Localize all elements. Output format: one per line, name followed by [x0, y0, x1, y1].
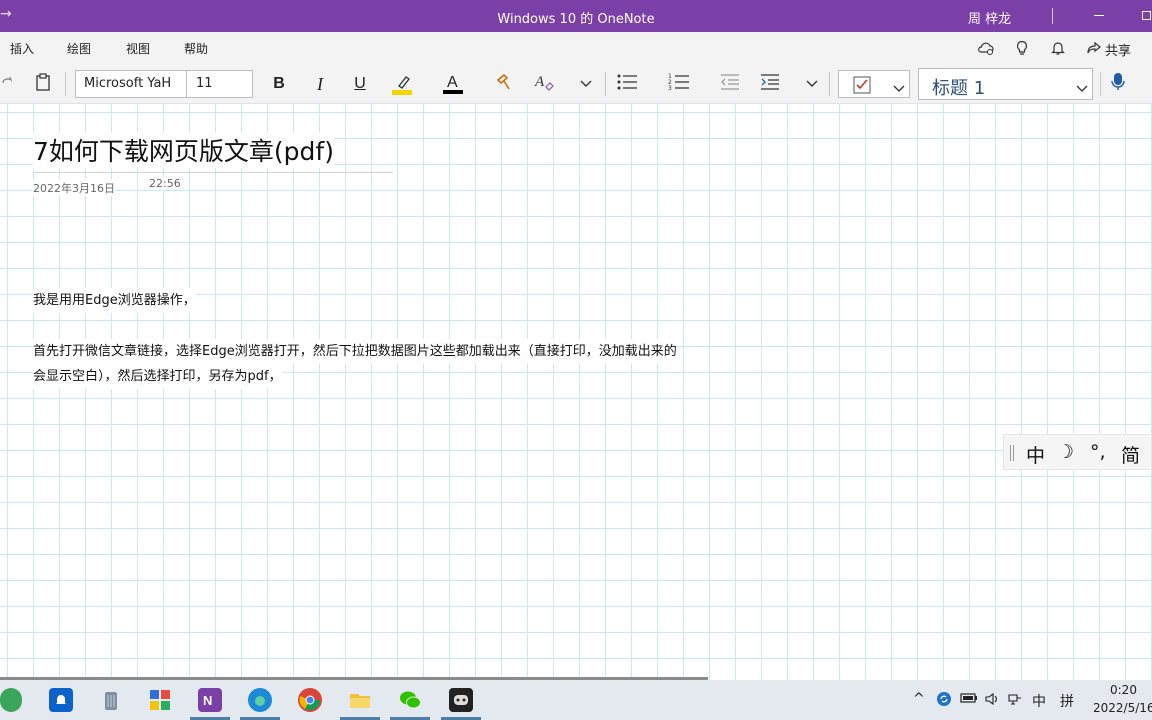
svg-text:3: 3	[668, 85, 672, 92]
svg-text:A: A	[447, 74, 458, 91]
redo-icon[interactable]	[0, 72, 14, 96]
share-button[interactable]: 共享	[1105, 40, 1131, 59]
toolbar-divider	[605, 72, 606, 96]
increase-indent-icon[interactable]	[759, 72, 781, 96]
tag-selector[interactable]	[838, 70, 910, 98]
menu-help[interactable]: 帮助	[184, 40, 208, 57]
ime-mode-indicator[interactable]: 拼	[1060, 691, 1074, 711]
mosaic-app-icon[interactable]	[148, 688, 172, 712]
share-icon[interactable]	[1085, 40, 1103, 56]
clear-formatting-icon[interactable]: A	[533, 72, 555, 96]
page-time: 22:56	[149, 177, 181, 190]
style-name: 标题 1	[932, 78, 986, 99]
ime-mode-toggle[interactable]: 中	[1026, 441, 1045, 468]
clock-time[interactable]: 0:20	[1110, 683, 1137, 697]
svg-text:A: A	[534, 74, 545, 90]
ribbon-toolbar: Microsoft YaH 11 B I U A A 123 标题 1	[0, 64, 1152, 104]
chevron-down-icon[interactable]	[893, 79, 905, 98]
italic-button[interactable]: I	[310, 72, 330, 96]
maximize-icon[interactable]	[1142, 11, 1151, 20]
clock-date[interactable]: 2022/5/16	[1093, 701, 1152, 715]
tray-sync-icon[interactable]	[936, 691, 952, 711]
menu-bar: 插入 绘图 视图 帮助 共享	[0, 32, 1152, 64]
wechat-icon[interactable]	[398, 688, 422, 712]
chevron-down-icon[interactable]	[803, 72, 821, 96]
chevron-down-icon[interactable]	[1076, 79, 1088, 98]
notification-app-icon[interactable]	[49, 688, 73, 712]
bold-button[interactable]: B	[269, 72, 289, 96]
font-color-icon[interactable]: A	[442, 72, 464, 96]
font-selector[interactable]: Microsoft YaH 11	[75, 70, 253, 98]
onenote-icon[interactable]: N	[198, 688, 222, 712]
game-app-icon[interactable]	[449, 688, 473, 712]
chrome-icon[interactable]	[298, 688, 322, 712]
title-bar: → Windows 10 的 OneNote 周 梓龙	[0, 0, 1152, 32]
underline-button[interactable]: U	[350, 72, 370, 96]
bullet-list-icon[interactable]	[616, 72, 638, 96]
font-size-field[interactable]: 11	[196, 76, 213, 91]
titlebar-divider	[1052, 8, 1053, 24]
dictate-mic-icon[interactable]	[1108, 72, 1128, 96]
minimize-icon[interactable]	[1094, 15, 1104, 16]
font-name-field[interactable]: Microsoft YaH	[84, 76, 171, 91]
ime-moon-icon[interactable]: ☽	[1057, 441, 1074, 463]
toolbar-divider	[829, 72, 830, 96]
note-paragraph[interactable]: 我是用用Edge浏览器操作，	[33, 288, 196, 313]
page-date: 2022年3月16日	[33, 180, 115, 196]
trash-app-icon[interactable]	[99, 688, 123, 712]
network-icon[interactable]	[1007, 691, 1023, 711]
chevron-down-icon[interactable]	[577, 72, 595, 96]
ime-language-indicator[interactable]: 中	[1032, 691, 1046, 711]
font-box-divider	[186, 71, 187, 97]
menu-insert[interactable]: 插入	[10, 40, 34, 57]
format-painter-icon[interactable]	[494, 72, 516, 96]
ime-simplified-toggle[interactable]: 简	[1121, 441, 1140, 468]
ime-drag-handle[interactable]	[1010, 445, 1014, 461]
edge-icon[interactable]	[248, 688, 272, 712]
ime-punctuation-toggle[interactable]: °,	[1090, 441, 1106, 463]
menu-view[interactable]: 视图	[126, 40, 150, 57]
ime-toolbar[interactable]: 中 ☽ °, 简	[1003, 434, 1152, 470]
checkbox-tag-icon	[853, 76, 871, 98]
file-explorer-icon[interactable]	[348, 688, 372, 712]
highlight-icon[interactable]	[391, 72, 413, 96]
toolbar-divider	[1100, 72, 1101, 96]
numbered-list-icon[interactable]: 123	[668, 72, 690, 96]
title-underline	[33, 172, 393, 173]
menu-draw[interactable]: 绘图	[67, 40, 91, 57]
note-paragraph[interactable]: 会显示空白），然后选择打印，另存为pdf，	[33, 364, 282, 389]
page-canvas[interactable]: 7如何下载网页版文章(pdf) 2022年3月16日 22:56 我是用用Edg…	[0, 104, 1152, 680]
volume-icon[interactable]	[984, 691, 1000, 711]
note-paragraph[interactable]: 首先打开微信文章链接，选择Edge浏览器打开，然后下拉把数据图片这些都加载出来（…	[33, 339, 677, 364]
taskbar: N ^ 中 拼 0:20 2022/5/16	[0, 680, 1152, 720]
edge-green-icon[interactable]	[0, 688, 22, 712]
svg-text:N: N	[203, 693, 212, 708]
battery-icon[interactable]	[960, 691, 978, 709]
lightbulb-icon[interactable]	[1013, 40, 1031, 56]
bell-icon[interactable]	[1049, 40, 1067, 56]
user-name[interactable]: 周 梓龙	[968, 8, 1011, 27]
decrease-indent-icon[interactable]	[719, 72, 741, 96]
style-selector[interactable]: 标题 1	[918, 68, 1093, 100]
page-title[interactable]: 7如何下载网页版文章(pdf)	[33, 132, 334, 168]
tray-chevron-icon[interactable]: ^	[913, 691, 925, 707]
clipboard-icon[interactable]	[33, 72, 53, 96]
sync-cloud-icon[interactable]	[977, 40, 995, 56]
toolbar-divider	[65, 72, 66, 96]
